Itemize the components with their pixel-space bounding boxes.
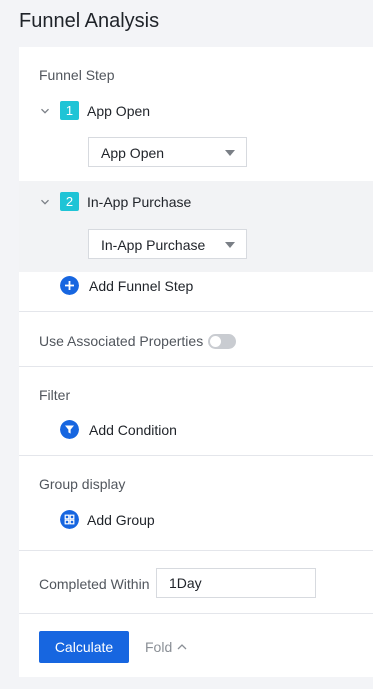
add-condition-button[interactable]: Add Condition (60, 420, 200, 440)
group-display-label: Group display (39, 476, 126, 492)
group-grid-icon (60, 510, 79, 529)
add-funnel-step-button[interactable]: Add Funnel Step (60, 276, 220, 296)
analysis-panel: Funnel Step 1 App Open App Open 2 In-App… (19, 47, 373, 677)
divider (19, 455, 373, 456)
filter-label: Filter (39, 387, 71, 403)
associated-properties-label: Use Associated Properties (39, 333, 204, 349)
plus-circle-icon (60, 276, 79, 295)
divider (19, 613, 373, 614)
add-condition-label: Add Condition (89, 422, 177, 438)
add-group-label: Add Group (87, 512, 155, 528)
select-value: In-App Purchase (101, 237, 206, 253)
chevron-down-icon[interactable] (40, 197, 50, 207)
divider (19, 311, 373, 312)
toggle-knob (210, 336, 221, 347)
step-name: App Open (87, 103, 151, 119)
select-value: App Open (101, 145, 165, 161)
step-event-select[interactable]: In-App Purchase (88, 229, 247, 259)
dropdown-caret-icon (225, 150, 235, 156)
filter-funnel-icon (60, 420, 79, 439)
completed-within-label: Completed Within (39, 576, 150, 592)
divider (19, 366, 373, 367)
funnel-step-1: 1 App Open App Open (19, 89, 373, 179)
dropdown-caret-icon (225, 242, 235, 248)
step-number-badge: 2 (60, 192, 79, 211)
chevron-up-icon (177, 644, 187, 650)
step-event-select[interactable]: App Open (88, 137, 247, 167)
page-title: Funnel Analysis (19, 10, 160, 32)
calculate-button[interactable]: Calculate (39, 631, 129, 663)
divider (19, 550, 373, 551)
step-name: In-App Purchase (87, 194, 192, 210)
add-funnel-step-label: Add Funnel Step (89, 278, 194, 294)
fold-label: Fold (145, 639, 173, 655)
funnel-step-2: 2 In-App Purchase In-App Purchase (19, 181, 373, 272)
chevron-down-icon[interactable] (40, 106, 50, 116)
associated-properties-toggle[interactable] (208, 334, 236, 349)
add-group-button[interactable]: Add Group (60, 510, 200, 530)
step-number-badge: 1 (60, 101, 79, 120)
completed-within-input[interactable] (156, 568, 316, 598)
funnel-step-label: Funnel Step (39, 67, 115, 83)
fold-toggle[interactable]: Fold (145, 638, 187, 656)
